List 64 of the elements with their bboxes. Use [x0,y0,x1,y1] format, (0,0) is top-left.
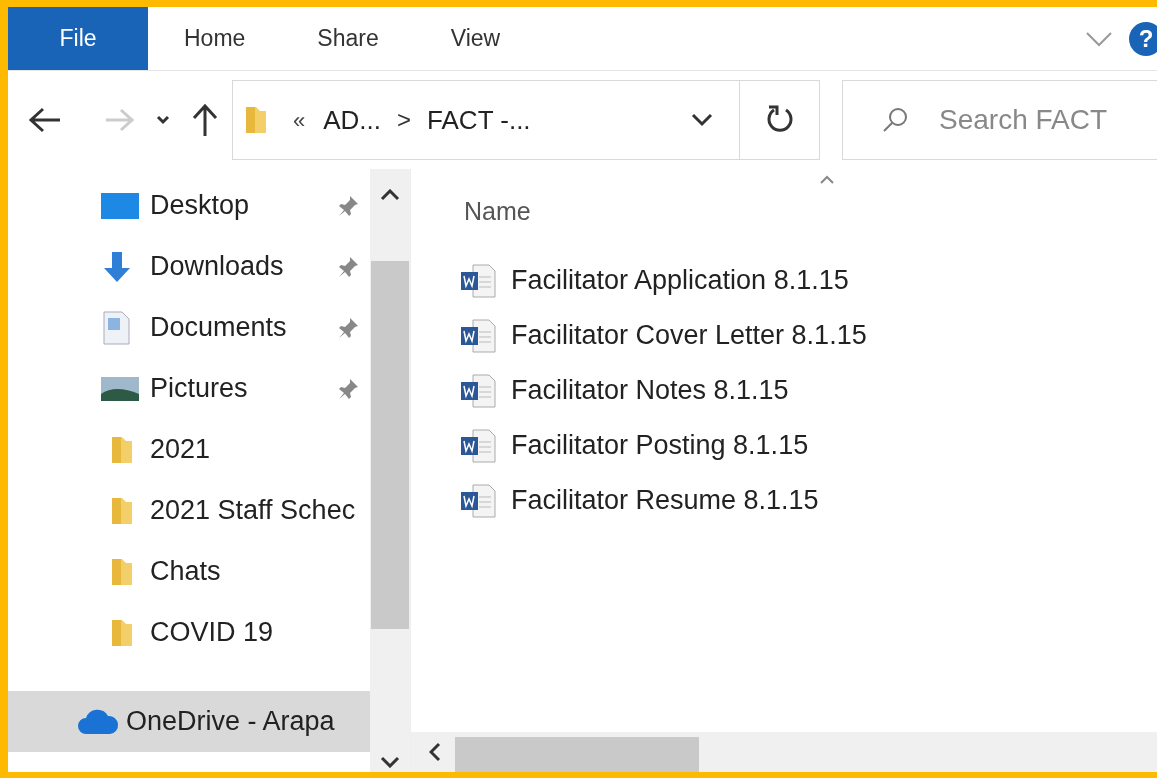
document-icon [100,309,132,346]
up-icon[interactable] [192,103,218,137]
sidebar-label: 2021 Staff Schec [150,494,357,528]
word-document-icon [459,372,497,409]
sidebar-label: OneDrive - Arapa [126,705,336,739]
pin-icon[interactable] [336,315,360,340]
sidebar-item[interactable]: Documents [8,297,370,358]
sidebar-label: Pictures [150,372,249,406]
address-bar[interactable]: « AD... > FACT -... [232,80,820,160]
scrollbar-thumb[interactable] [455,737,699,772]
vertical-scrollbar[interactable] [370,169,410,772]
sidebar-label: Documents [150,311,288,345]
sidebar-label: COVID 19 [150,616,275,650]
expand-ribbon-icon[interactable] [1085,30,1113,47]
scroll-up-icon[interactable] [380,189,400,201]
breadcrumb[interactable]: FACT -... [427,100,531,140]
folder-icon [243,104,269,136]
pin-icon[interactable] [336,376,360,401]
search-icon [881,106,909,134]
sidebar-item[interactable]: Downloads [8,236,370,297]
ribbon-tab[interactable]: Home [148,7,282,70]
sidebar-item[interactable]: COVID 19 [8,602,370,663]
ribbon-tab[interactable]: View [414,7,537,70]
ribbon-tab[interactable]: File [8,7,148,70]
chevron-down-icon[interactable] [156,115,170,125]
help-button[interactable]: ? [1129,21,1157,56]
file-name[interactable]: Facilitator Resume 8.1.15 [511,480,819,521]
file-name[interactable]: Facilitator Posting 8.1.15 [511,425,809,466]
pin-icon[interactable] [336,193,360,218]
sidebar-item[interactable]: 2021 [8,419,370,480]
word-document-icon [459,317,497,354]
sidebar-label: 2021 [150,433,212,467]
breadcrumb-separator: > [397,105,412,135]
scroll-left-icon[interactable] [429,742,441,762]
search-field[interactable]: Search FACT [842,80,1157,160]
horizontal-scrollbar[interactable] [411,732,1157,772]
refresh-icon [765,105,794,135]
chevron-down-icon[interactable] [691,113,713,127]
file-name[interactable]: Facilitator Cover Letter 8.1.15 [511,315,867,356]
sidebar-label: Chats [150,555,222,589]
scrollbar-thumb[interactable] [371,261,409,629]
sidebar-label: Downloads [150,250,285,284]
breadcrumb[interactable]: AD... [323,100,382,140]
scroll-down-icon[interactable] [380,756,400,768]
search-placeholder: Search FACT [939,103,1108,137]
file-name[interactable]: Facilitator Notes 8.1.15 [511,370,789,411]
desktop-icon [100,190,140,221]
sidebar-item[interactable]: Desktop [8,175,370,236]
word-document-icon [459,427,497,464]
word-document-icon [459,482,497,519]
pin-icon[interactable] [336,254,360,279]
sidebar-label: Desktop [150,189,251,223]
sort-ascending-icon [819,175,835,185]
word-document-icon [459,262,497,299]
sidebar-item[interactable]: 2021 Staff Schec [8,480,370,541]
sidebar-item[interactable]: Pictures [8,358,370,419]
back-icon[interactable] [28,107,62,133]
column-header[interactable]: Name [464,193,531,231]
sidebar-item[interactable]: OneDrive - Arapa [8,691,370,752]
breadcrumb-overflow[interactable]: « [293,103,306,137]
file-name[interactable]: Facilitator Application 8.1.15 [511,260,849,301]
ribbon-tab[interactable]: Share [281,7,415,70]
cloud-icon [76,707,120,736]
sidebar-item[interactable]: Chats [8,541,370,602]
